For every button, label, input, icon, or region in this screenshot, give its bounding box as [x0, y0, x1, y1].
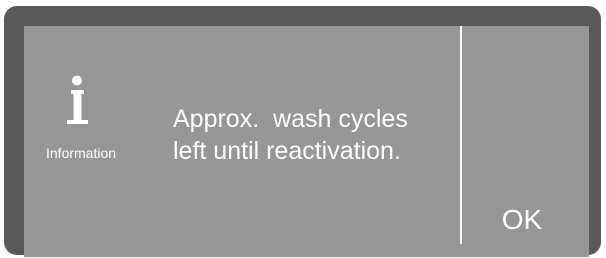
- information-label: Information: [46, 145, 117, 161]
- dialog-message: Approx. wash cycles left until reactivat…: [173, 103, 408, 167]
- ok-button[interactable]: OK: [462, 190, 582, 250]
- information-icon: [67, 75, 88, 124]
- message-line-2: left until reactivation.: [173, 137, 401, 165]
- ok-button-label: OK: [501, 204, 543, 235]
- message-line-1: Approx. wash cycles: [173, 105, 408, 133]
